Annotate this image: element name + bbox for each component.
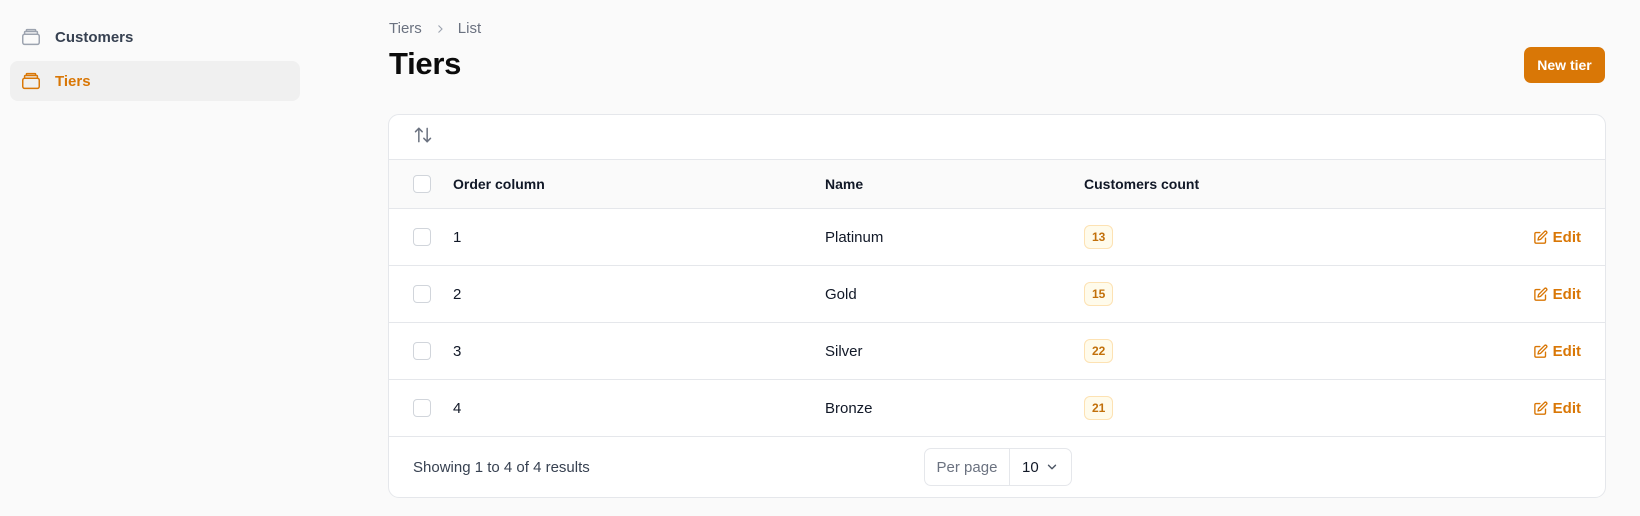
customers-count-badge: 13 (1084, 225, 1114, 249)
order-cell: 4 (453, 399, 462, 417)
stack-icon (20, 26, 42, 48)
page-title: Tiers (389, 46, 462, 81)
edit-icon (1533, 344, 1548, 358)
name-cell: Platinum (825, 228, 884, 246)
stack-icon (20, 70, 42, 92)
per-page-label: Per page (925, 449, 1010, 485)
row-checkbox[interactable] (413, 399, 431, 417)
row-checkbox[interactable] (413, 285, 431, 303)
table-footer: Showing 1 to 4 of 4 results Per page 10 (389, 437, 1605, 497)
tiers-table: Order column Name Customers count 1 Plat… (388, 114, 1606, 498)
sidebar-item-label: Customers (55, 28, 134, 46)
table-row[interactable]: 2 Gold 15 Edit (389, 266, 1605, 323)
row-checkbox[interactable] (413, 228, 431, 246)
sidebar-item-tiers[interactable]: Tiers (10, 61, 300, 101)
order-cell: 2 (453, 285, 462, 303)
new-tier-button[interactable]: New tier (1524, 47, 1605, 83)
customers-count-badge: 22 (1084, 339, 1114, 363)
reorder-icon[interactable] (413, 125, 433, 150)
chevron-down-icon (1047, 464, 1057, 470)
name-cell: Silver (825, 342, 863, 360)
table-row[interactable]: 3 Silver 22 Edit (389, 323, 1605, 380)
name-cell: Bronze (825, 399, 873, 417)
breadcrumb-item-list: List (457, 20, 482, 37)
order-cell: 3 (453, 342, 462, 360)
select-all-checkbox[interactable] (413, 175, 431, 193)
edit-link[interactable]: Edit (1533, 343, 1581, 360)
sidebar-item-label: Tiers (55, 72, 91, 90)
breadcrumb-item-tiers[interactable]: Tiers (389, 20, 422, 37)
sidebar-item-customers[interactable]: Customers (10, 17, 300, 57)
breadcrumb: Tiers List (389, 20, 481, 37)
order-cell: 1 (453, 228, 462, 246)
per-page-select[interactable]: Per page 10 (924, 448, 1072, 486)
edit-link[interactable]: Edit (1533, 400, 1581, 417)
edit-icon (1533, 287, 1548, 301)
edit-link[interactable]: Edit (1533, 229, 1581, 246)
customers-count-badge: 21 (1084, 396, 1114, 420)
table-row[interactable]: 1 Platinum 13 Edit (389, 209, 1605, 266)
edit-icon (1533, 401, 1548, 415)
per-page-dropdown[interactable]: 10 (1010, 449, 1071, 485)
chevron-right-icon (434, 23, 446, 35)
column-header-order[interactable]: Order column (453, 176, 545, 192)
name-cell: Gold (825, 285, 857, 303)
column-header-name[interactable]: Name (825, 176, 863, 192)
table-header: Order column Name Customers count (389, 160, 1605, 209)
edit-icon (1533, 230, 1548, 244)
table-toolbar (389, 115, 1605, 160)
customers-count-badge: 15 (1084, 282, 1114, 306)
results-summary: Showing 1 to 4 of 4 results (413, 458, 590, 476)
sidebar: Customers Tiers (10, 17, 300, 105)
per-page-value: 10 (1022, 458, 1039, 476)
column-header-customers-count[interactable]: Customers count (1084, 176, 1199, 192)
edit-link[interactable]: Edit (1533, 286, 1581, 303)
table-row[interactable]: 4 Bronze 21 Edit (389, 380, 1605, 437)
row-checkbox[interactable] (413, 342, 431, 360)
